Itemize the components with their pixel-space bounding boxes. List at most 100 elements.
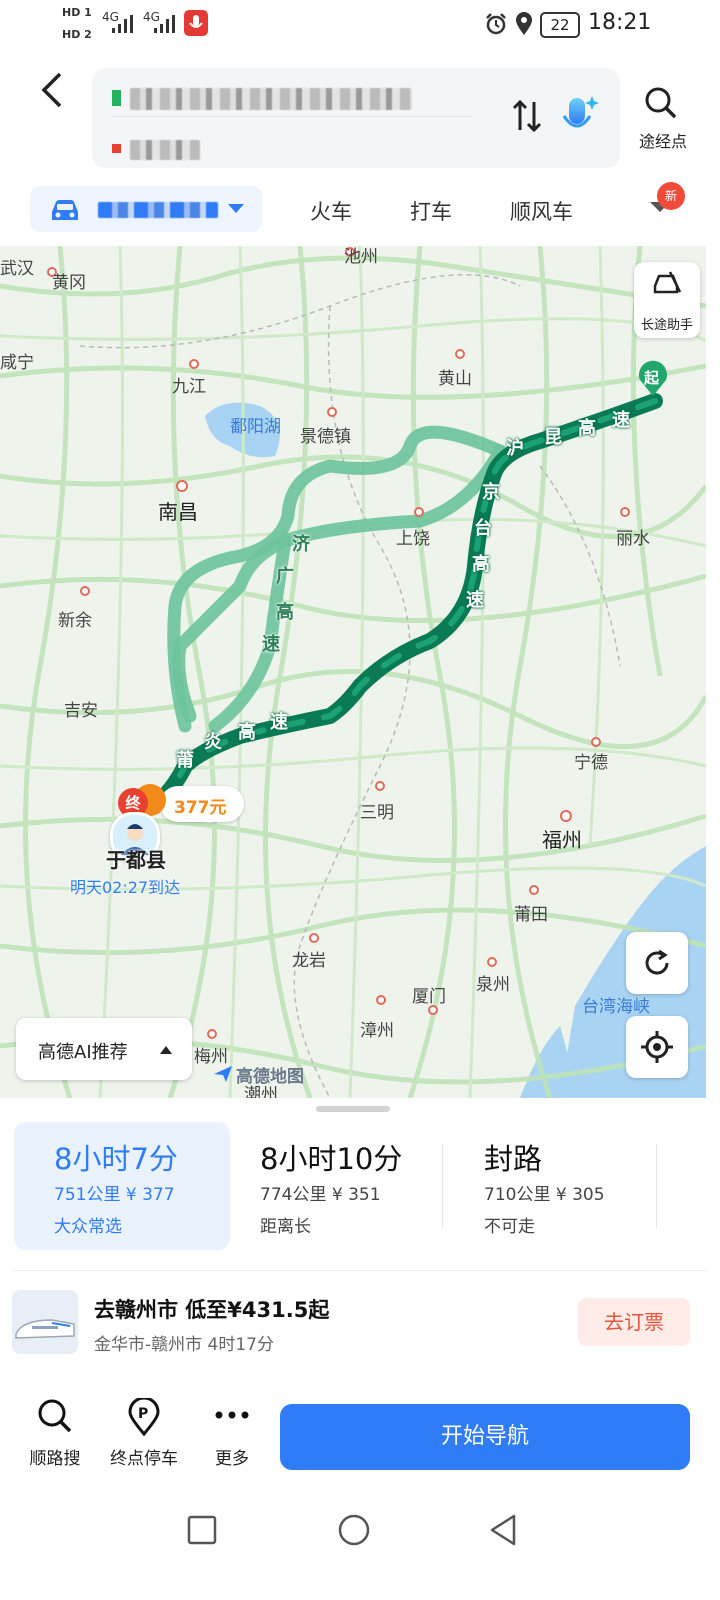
route-tag: 大众常选 <box>54 1217 122 1237</box>
signal-bars-icon <box>112 15 133 33</box>
road-label-puyan: 速 <box>270 712 288 733</box>
route-option-1[interactable]: 8小时7分 751公里 ¥ 377 大众常选 <box>14 1122 230 1250</box>
chevron-down-icon <box>228 204 244 213</box>
divider <box>656 1144 657 1228</box>
swap-arrows-icon <box>512 99 542 133</box>
location-icon <box>516 12 532 35</box>
destination-parking-label: 终点停车 <box>110 1449 178 1469</box>
city-label: 厦门 <box>412 987 446 1007</box>
city-label: 三明 <box>360 803 394 823</box>
city-label: 龙岩 <box>292 951 326 971</box>
more-dots-icon <box>215 1411 249 1419</box>
locate-icon <box>641 1031 673 1063</box>
svg-text:P: P <box>138 1406 148 1422</box>
destination-label: 于都县 <box>106 848 166 872</box>
train-thumbnail <box>12 1290 78 1354</box>
origin-dot <box>112 90 121 106</box>
city-label: 台湾海峡 <box>582 997 650 1017</box>
route-option-3[interactable]: 封路 710公里 ¥ 305 不可走 <box>450 1122 650 1250</box>
recording-icon <box>184 10 208 36</box>
voice-input-button[interactable] <box>560 92 599 136</box>
alarm-icon <box>486 13 506 35</box>
swap-button[interactable] <box>510 98 544 142</box>
route-option-2[interactable]: 8小时10分 774公里 ¥ 351 距离长 <box>240 1122 440 1250</box>
city-label: 新余 <box>58 611 92 631</box>
road-label-jiguang: 广 <box>276 566 294 587</box>
route-detail: 774公里 ¥ 351 <box>260 1185 381 1205</box>
waypoint-label[interactable]: 途经点 <box>628 128 698 152</box>
start-navigation-button[interactable]: 开始导航 <box>280 1404 690 1470</box>
book-ticket-button[interactable]: 去订票 <box>578 1298 690 1346</box>
ai-recommend-label: 高德AI推荐 <box>38 1042 128 1063</box>
city-label: 漳州 <box>360 1021 394 1041</box>
tab-carpool[interactable]: 顺风车 <box>510 196 573 226</box>
long-trip-helper-label: 长途助手 <box>640 318 693 333</box>
tab-drive[interactable] <box>30 186 262 232</box>
route-time: 8小时7分 <box>54 1142 178 1176</box>
route-detail: 710公里 ¥ 305 <box>484 1185 605 1205</box>
divider <box>442 1144 443 1228</box>
hd-indicator-2: HD 2 <box>62 28 92 41</box>
ai-recommend-button[interactable]: 高德AI推荐 <box>16 1018 192 1080</box>
map-canvas <box>0 246 706 1098</box>
map-view[interactable]: 武汉 黄冈 池州 咸宁 九江 黄山 鄱阳湖 景德镇 南昌 上饶 丽水 新余 吉安… <box>0 246 706 1098</box>
back-button[interactable] <box>36 70 76 122</box>
chevron-left-icon <box>41 72 62 108</box>
city-label: 武汉 <box>0 259 34 279</box>
road-label-jingtai: 京 <box>482 482 500 503</box>
city-label: 泉州 <box>476 975 510 995</box>
city-label: 吉安 <box>64 701 98 721</box>
route-tag: 不可走 <box>484 1217 535 1237</box>
city-label: 景德镇 <box>300 427 351 447</box>
road-label-jiguang: 速 <box>262 634 280 655</box>
route-detail: 751公里 ¥ 377 <box>54 1185 175 1205</box>
road-label-jingtai: 速 <box>466 590 484 611</box>
locate-button[interactable] <box>626 1016 688 1078</box>
road-label-hukun: 沪 <box>506 438 524 459</box>
city-label: 丽水 <box>616 529 650 549</box>
city-label: 宁德 <box>574 753 608 773</box>
hd-indicator-1: HD 1 <box>62 6 92 19</box>
route-option-4-peek[interactable] <box>702 1150 706 1230</box>
toll-badge: 377元 <box>160 786 244 822</box>
refresh-icon <box>645 949 669 975</box>
signal-bars-icon <box>154 15 175 33</box>
city-label: 鄱阳湖 <box>230 417 281 437</box>
more-button[interactable]: 更多 <box>200 1398 264 1472</box>
search-icon <box>38 1399 72 1433</box>
road-label-puyan: 莆 <box>176 750 194 771</box>
destination-dot <box>112 144 121 153</box>
back-nav-icon[interactable] <box>486 1512 520 1548</box>
sheet-handle[interactable] <box>316 1106 390 1112</box>
city-label: 福州 <box>542 828 582 852</box>
arrival-time: 明天02:27到达 <box>70 878 181 897</box>
city-label: 莆田 <box>514 905 548 925</box>
toll-amount: 377元 <box>174 798 227 818</box>
tab-taxi[interactable]: 打车 <box>410 196 452 226</box>
recent-apps-icon[interactable] <box>186 1514 218 1546</box>
route-time: 封路 <box>484 1142 543 1176</box>
car-icon <box>52 200 78 220</box>
tab-train[interactable]: 火车 <box>310 196 352 226</box>
destination-parking-button[interactable]: P 终点停车 <box>102 1398 186 1472</box>
road-label-puyan: 高 <box>238 722 256 743</box>
search-along-button[interactable]: 顺路搜 <box>20 1398 90 1472</box>
destination-field-redacted[interactable] <box>130 140 200 160</box>
road-label-puyan: 炎 <box>204 732 222 753</box>
city-label: 黄冈 <box>52 273 86 293</box>
road-label-hukun: 速 <box>612 410 630 431</box>
start-marker[interactable]: 起 <box>644 367 659 388</box>
waypoint-button[interactable] <box>644 86 678 120</box>
city-label: 九江 <box>172 377 206 397</box>
refresh-button[interactable] <box>626 932 688 994</box>
origin-field-redacted[interactable] <box>130 88 412 110</box>
route-tag: 距离长 <box>260 1217 311 1237</box>
long-trip-helper-button[interactable]: 长途助手 <box>634 262 700 338</box>
voice-mic-icon <box>562 96 599 128</box>
battery-level: 22 <box>550 16 570 34</box>
car-helper-icon <box>653 271 682 294</box>
drive-mode-label-redacted <box>98 202 218 218</box>
clock: 18:21 <box>588 10 652 35</box>
city-label: 咸宁 <box>0 353 34 373</box>
home-icon[interactable] <box>336 1512 372 1548</box>
